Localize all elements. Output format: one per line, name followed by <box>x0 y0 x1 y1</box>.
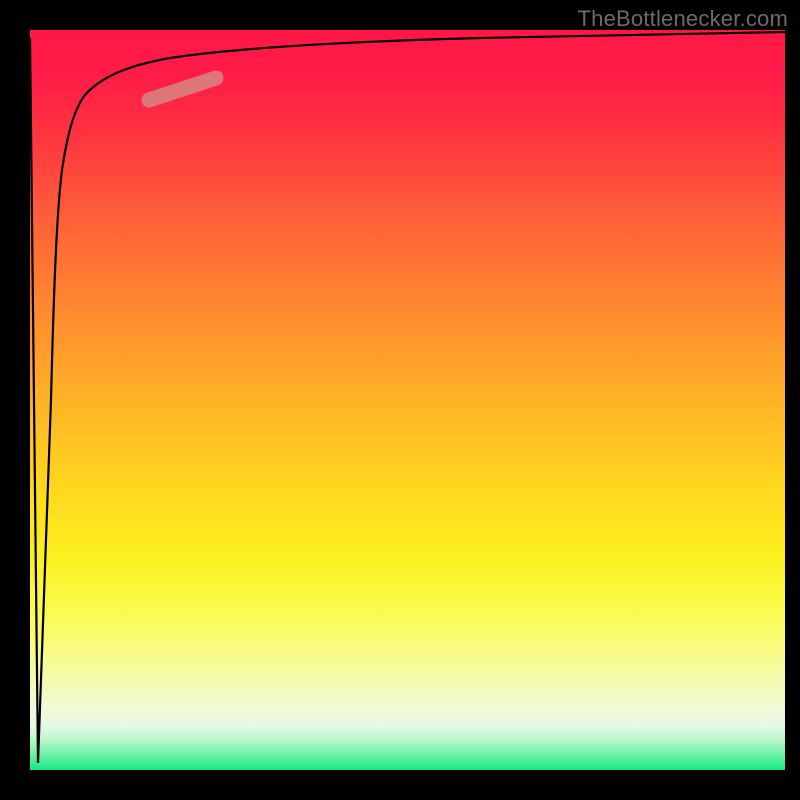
bottleneck-curve <box>51 32 785 400</box>
curve-spike <box>30 38 51 763</box>
watermark-text: TheBottlenecker.com <box>578 6 788 32</box>
chart-plot-area <box>30 30 785 770</box>
chart-svg <box>30 30 785 770</box>
highlighted-segment-marker <box>149 78 216 100</box>
